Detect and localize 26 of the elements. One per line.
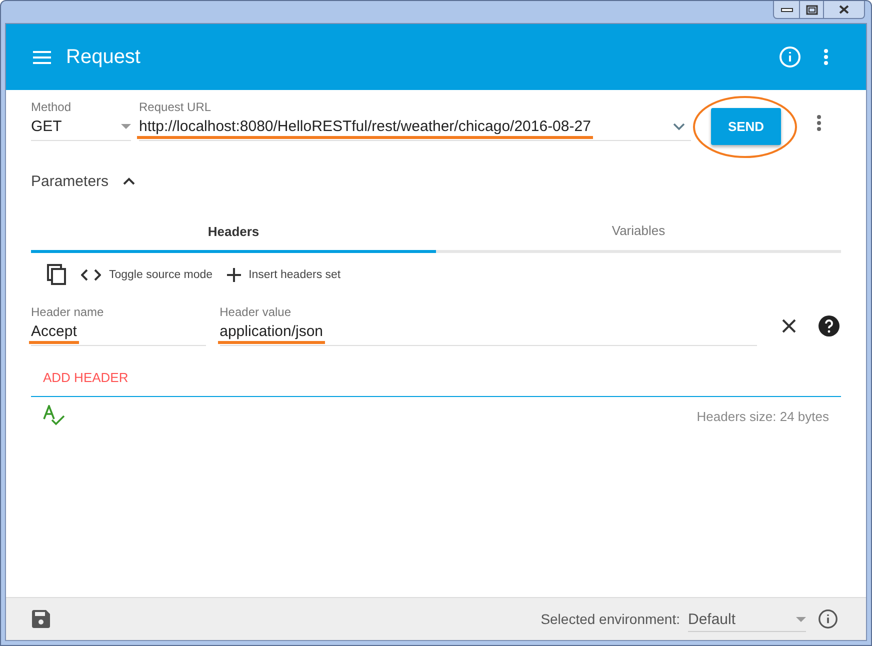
- minimize-icon: [780, 6, 792, 12]
- toolbar-button[interactable]: Insert headers set: [226, 268, 347, 282]
- chevron-down-icon[interactable]: [673, 122, 685, 130]
- maximize-icon: [806, 4, 818, 14]
- header-name-field[interactable]: Header name Accept: [31, 305, 206, 346]
- toolbar-button[interactable]: Toggle source mode: [81, 269, 219, 281]
- tab[interactable]: Headers: [31, 211, 436, 253]
- save-icon[interactable]: [32, 610, 50, 628]
- headers-size-text: Headers size: 24 bytes: [696, 408, 829, 424]
- code-icon: [81, 269, 101, 281]
- dropdown-arrow-icon: [796, 616, 806, 622]
- close-icon: [839, 5, 849, 14]
- spellcheck-icon[interactable]: [43, 405, 65, 427]
- copy-icon: [47, 264, 67, 286]
- tab[interactable]: Variables: [436, 211, 841, 253]
- app-title: Request: [66, 46, 142, 68]
- header-value-field[interactable]: Header value application/json: [220, 305, 758, 346]
- environment-label: Selected environment:: [540, 611, 680, 627]
- help-icon[interactable]: [817, 314, 841, 338]
- info-icon[interactable]: [818, 609, 838, 629]
- dropdown-arrow-icon: [121, 124, 131, 129]
- environment-select[interactable]: Default: [688, 606, 806, 632]
- parameters-label: Parameters: [31, 172, 109, 190]
- plus-icon: [226, 268, 241, 282]
- url-field[interactable]: Request URL http://localhost:8080/HelloRESTful/rest/weather/chicago/2016-08-27: [139, 100, 691, 141]
- method-select[interactable]: Method GET: [31, 100, 131, 141]
